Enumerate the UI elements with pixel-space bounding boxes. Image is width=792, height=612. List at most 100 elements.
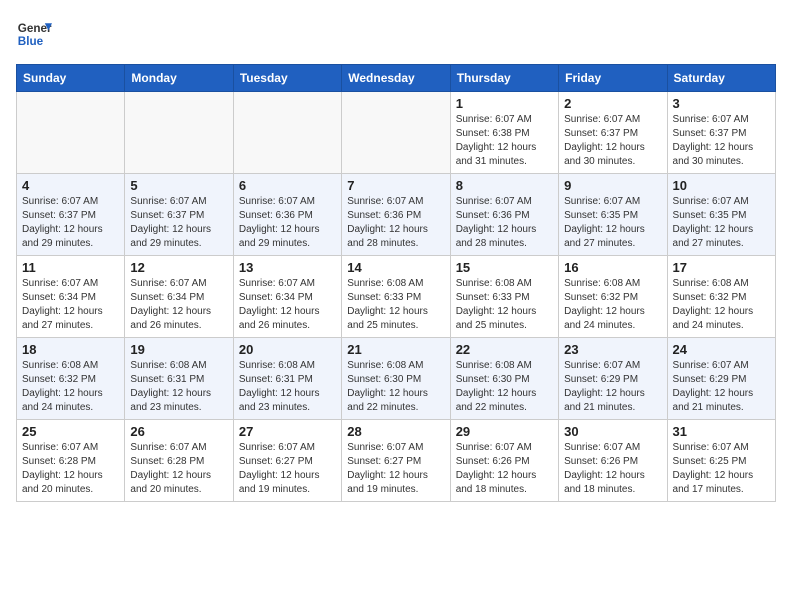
cell-day-number: 16 [564, 260, 661, 275]
calendar-body: 1 Sunrise: 6:07 AM Sunset: 6:38 PM Daylig… [17, 92, 776, 502]
calendar-cell [125, 92, 233, 174]
cell-day-number: 9 [564, 178, 661, 193]
calendar-cell: 29 Sunrise: 6:07 AM Sunset: 6:26 PM Dayli… [450, 420, 558, 502]
cell-day-number: 3 [673, 96, 770, 111]
cell-daylight-info: Sunrise: 6:07 AM Sunset: 6:26 PM Dayligh… [564, 441, 661, 497]
cell-day-number: 2 [564, 96, 661, 111]
calendar-cell [17, 92, 125, 174]
calendar-cell: 22 Sunrise: 6:08 AM Sunset: 6:30 PM Dayli… [450, 338, 558, 420]
cell-day-number: 22 [456, 342, 553, 357]
cell-day-number: 10 [673, 178, 770, 193]
calendar-cell: 18Sunrise: 6:08 AM Sunset: 6:32 PM Dayli… [17, 338, 125, 420]
cell-day-number: 15 [456, 260, 553, 275]
calendar-cell: 15 Sunrise: 6:08 AM Sunset: 6:33 PM Dayli… [450, 256, 558, 338]
cell-day-number: 17 [673, 260, 770, 275]
cell-daylight-info: Sunrise: 6:07 AM Sunset: 6:34 PM Dayligh… [130, 277, 227, 333]
cell-daylight-info: Sunrise: 6:07 AM Sunset: 6:29 PM Dayligh… [673, 359, 770, 415]
week-row-3: 11 Sunrise: 6:07 AM Sunset: 6:34 PM Dayli… [17, 256, 776, 338]
cell-daylight-info: Sunrise: 6:08 AM Sunset: 6:30 PM Dayligh… [456, 359, 553, 415]
cell-daylight-info: Sunrise: 6:07 AM Sunset: 6:35 PM Dayligh… [673, 195, 770, 251]
cell-daylight-info: Sunrise: 6:08 AM Sunset: 6:31 PM Dayligh… [130, 359, 227, 415]
calendar-cell: 24 Sunrise: 6:07 AM Sunset: 6:29 PM Dayli… [667, 338, 775, 420]
calendar-cell: 26 Sunrise: 6:07 AM Sunset: 6:28 PM Dayli… [125, 420, 233, 502]
cell-daylight-info: Sunrise: 6:07 AM Sunset: 6:27 PM Dayligh… [347, 441, 444, 497]
cell-day-number: 14 [347, 260, 444, 275]
cell-day-number: 12 [130, 260, 227, 275]
cell-daylight-info: Sunrise: 6:07 AM Sunset: 6:28 PM Dayligh… [130, 441, 227, 497]
weekday-header-tuesday: Tuesday [233, 65, 341, 92]
calendar-cell: 4 Sunrise: 6:07 AM Sunset: 6:37 PM Daylig… [17, 174, 125, 256]
cell-day-number: 1 [456, 96, 553, 111]
cell-daylight-info: Sunrise: 6:07 AM Sunset: 6:25 PM Dayligh… [673, 441, 770, 497]
cell-day-number: 4 [22, 178, 119, 193]
cell-day-number: 21 [347, 342, 444, 357]
calendar-cell: 17 Sunrise: 6:08 AM Sunset: 6:32 PM Dayli… [667, 256, 775, 338]
cell-day-number: 20 [239, 342, 336, 357]
calendar-cell: 10 Sunrise: 6:07 AM Sunset: 6:35 PM Dayli… [667, 174, 775, 256]
weekday-header-monday: Monday [125, 65, 233, 92]
cell-day-number: 24 [673, 342, 770, 357]
cell-day-number: 5 [130, 178, 227, 193]
calendar-cell: 20Sunrise: 6:08 AM Sunset: 6:31 PM Dayli… [233, 338, 341, 420]
cell-daylight-info: Sunrise: 6:08 AM Sunset: 6:33 PM Dayligh… [456, 277, 553, 333]
week-row-1: 1 Sunrise: 6:07 AM Sunset: 6:38 PM Daylig… [17, 92, 776, 174]
cell-day-number: 27 [239, 424, 336, 439]
cell-daylight-info: Sunrise: 6:07 AM Sunset: 6:27 PM Dayligh… [239, 441, 336, 497]
svg-text:Blue: Blue [18, 35, 44, 48]
cell-daylight-info: Sunrise: 6:07 AM Sunset: 6:37 PM Dayligh… [130, 195, 227, 251]
cell-day-number: 7 [347, 178, 444, 193]
cell-day-number: 26 [130, 424, 227, 439]
weekday-header-row: SundayMondayTuesdayWednesdayThursdayFrid… [17, 65, 776, 92]
header: General Blue [16, 16, 776, 52]
calendar-cell: 13Sunrise: 6:07 AM Sunset: 6:34 PM Dayli… [233, 256, 341, 338]
calendar-cell: 9 Sunrise: 6:07 AM Sunset: 6:35 PM Daylig… [559, 174, 667, 256]
cell-day-number: 18 [22, 342, 119, 357]
cell-daylight-info: Sunrise: 6:08 AM Sunset: 6:32 PM Dayligh… [564, 277, 661, 333]
weekday-header-wednesday: Wednesday [342, 65, 450, 92]
logo-icon: General Blue [16, 16, 52, 52]
week-row-2: 4 Sunrise: 6:07 AM Sunset: 6:37 PM Daylig… [17, 174, 776, 256]
weekday-header-friday: Friday [559, 65, 667, 92]
cell-daylight-info: Sunrise: 6:07 AM Sunset: 6:34 PM Dayligh… [239, 277, 336, 333]
cell-daylight-info: Sunrise: 6:07 AM Sunset: 6:38 PM Dayligh… [456, 113, 553, 169]
cell-daylight-info: Sunrise: 6:07 AM Sunset: 6:34 PM Dayligh… [22, 277, 119, 333]
calendar-cell: 14 Sunrise: 6:08 AM Sunset: 6:33 PM Dayli… [342, 256, 450, 338]
logo: General Blue [16, 16, 52, 52]
calendar-cell: 7 Sunrise: 6:07 AM Sunset: 6:36 PM Daylig… [342, 174, 450, 256]
calendar-cell [233, 92, 341, 174]
week-row-4: 18Sunrise: 6:08 AM Sunset: 6:32 PM Dayli… [17, 338, 776, 420]
cell-day-number: 8 [456, 178, 553, 193]
calendar-cell: 19 Sunrise: 6:08 AM Sunset: 6:31 PM Dayli… [125, 338, 233, 420]
calendar-cell: 28 Sunrise: 6:07 AM Sunset: 6:27 PM Dayli… [342, 420, 450, 502]
calendar-cell: 8 Sunrise: 6:07 AM Sunset: 6:36 PM Daylig… [450, 174, 558, 256]
calendar-cell: 25Sunrise: 6:07 AM Sunset: 6:28 PM Dayli… [17, 420, 125, 502]
week-row-5: 25Sunrise: 6:07 AM Sunset: 6:28 PM Dayli… [17, 420, 776, 502]
calendar-table: SundayMondayTuesdayWednesdayThursdayFrid… [16, 64, 776, 502]
weekday-header-sunday: Sunday [17, 65, 125, 92]
cell-day-number: 28 [347, 424, 444, 439]
calendar-cell: 30 Sunrise: 6:07 AM Sunset: 6:26 PM Dayli… [559, 420, 667, 502]
cell-daylight-info: Sunrise: 6:08 AM Sunset: 6:32 PM Dayligh… [673, 277, 770, 333]
calendar-cell: 3 Sunrise: 6:07 AM Sunset: 6:37 PM Daylig… [667, 92, 775, 174]
calendar-cell: 12 Sunrise: 6:07 AM Sunset: 6:34 PM Dayli… [125, 256, 233, 338]
calendar-cell: 6Sunrise: 6:07 AM Sunset: 6:36 PM Daylig… [233, 174, 341, 256]
cell-day-number: 6 [239, 178, 336, 193]
cell-daylight-info: Sunrise: 6:07 AM Sunset: 6:26 PM Dayligh… [456, 441, 553, 497]
cell-day-number: 29 [456, 424, 553, 439]
cell-daylight-info: Sunrise: 6:08 AM Sunset: 6:33 PM Dayligh… [347, 277, 444, 333]
cell-daylight-info: Sunrise: 6:07 AM Sunset: 6:37 PM Dayligh… [564, 113, 661, 169]
cell-daylight-info: Sunrise: 6:07 AM Sunset: 6:35 PM Dayligh… [564, 195, 661, 251]
calendar-cell: 21Sunrise: 6:08 AM Sunset: 6:30 PM Dayli… [342, 338, 450, 420]
cell-day-number: 31 [673, 424, 770, 439]
cell-day-number: 11 [22, 260, 119, 275]
cell-day-number: 19 [130, 342, 227, 357]
calendar-cell: 5 Sunrise: 6:07 AM Sunset: 6:37 PM Daylig… [125, 174, 233, 256]
cell-daylight-info: Sunrise: 6:07 AM Sunset: 6:36 PM Dayligh… [347, 195, 444, 251]
cell-day-number: 30 [564, 424, 661, 439]
cell-daylight-info: Sunrise: 6:07 AM Sunset: 6:36 PM Dayligh… [456, 195, 553, 251]
cell-daylight-info: Sunrise: 6:07 AM Sunset: 6:37 PM Dayligh… [673, 113, 770, 169]
calendar-cell [342, 92, 450, 174]
cell-day-number: 23 [564, 342, 661, 357]
cell-daylight-info: Sunrise: 6:07 AM Sunset: 6:37 PM Dayligh… [22, 195, 119, 251]
cell-daylight-info: Sunrise: 6:07 AM Sunset: 6:28 PM Dayligh… [22, 441, 119, 497]
